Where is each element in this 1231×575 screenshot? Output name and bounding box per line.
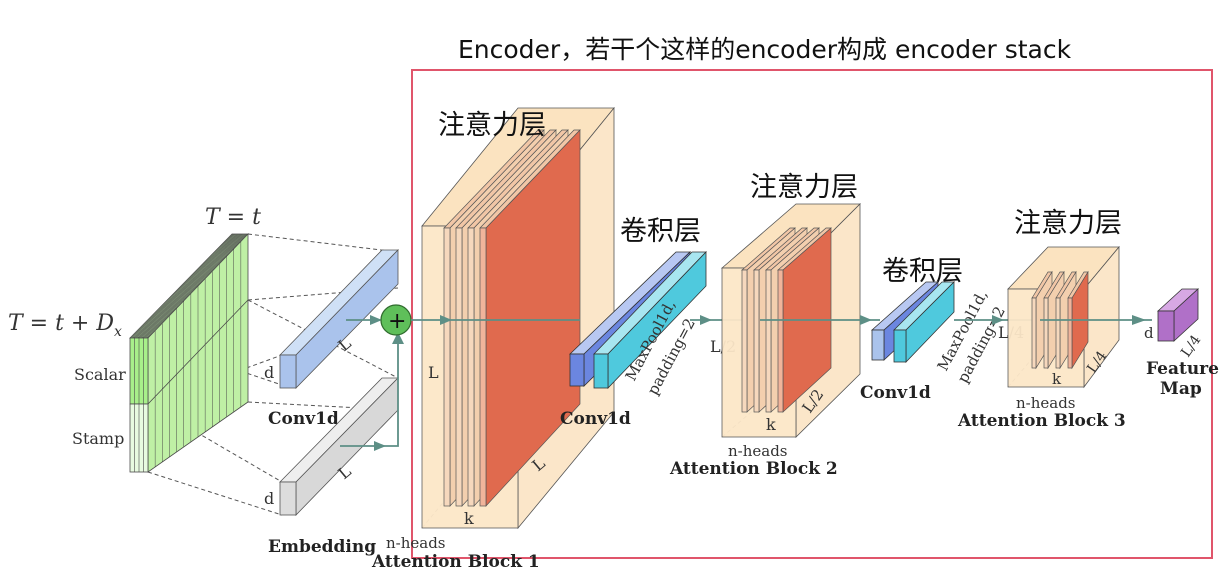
feature-caption-2: Map [1160, 379, 1202, 399]
conv2-caption: Conv1d [860, 383, 931, 403]
conv1d-projection [279, 249, 399, 389]
encoder-diagram: Encoder，若干个这样的encoder构成 encoder stack T … [8, 35, 1219, 572]
block1-heads: n-heads [386, 534, 446, 552]
block2-caption: Attention Block 2 [669, 459, 838, 479]
feature-caption-1: Feature [1146, 359, 1219, 379]
embed-L-label: L [334, 461, 355, 483]
embed-d-label: d [264, 489, 274, 508]
block1-zh-label: 注意力层 [438, 110, 546, 141]
feature-L: L/4 [1178, 332, 1204, 360]
conv-caption: Conv1d [268, 409, 339, 429]
conv1-zh-label: 卷积层 [620, 216, 701, 247]
input-top-label: T = t [205, 205, 261, 230]
conv-L-label: L [334, 333, 355, 355]
block2-heads: n-heads [728, 442, 788, 460]
block2-zh-label: 注意力层 [750, 172, 858, 203]
scalar-label: Scalar [74, 365, 126, 384]
embedding-caption: Embedding [268, 537, 376, 557]
block3-heads: n-heads [1016, 394, 1076, 412]
block1-L-left: L [428, 363, 439, 382]
stamp-label: Stamp [72, 429, 124, 448]
block1-caption: Attention Block 1 [371, 552, 540, 572]
block3-zh-label: 注意力层 [1014, 208, 1122, 239]
plus-symbol: + [388, 309, 406, 334]
block2-k: k [766, 415, 776, 434]
conv-d-label: d [264, 363, 274, 382]
block3-k: k [1052, 370, 1062, 388]
conv2-zh-label: 卷积层 [882, 256, 963, 287]
encoder-title: Encoder，若干个这样的encoder构成 encoder stack [458, 35, 1072, 64]
block3-caption: Attention Block 3 [957, 411, 1126, 431]
feature-d: d [1144, 324, 1154, 342]
conv1-caption: Conv1d [560, 409, 631, 429]
attention-block-1 [421, 106, 615, 530]
block1-k: k [464, 509, 474, 528]
input-left-label: T = t + Dx [8, 311, 122, 340]
